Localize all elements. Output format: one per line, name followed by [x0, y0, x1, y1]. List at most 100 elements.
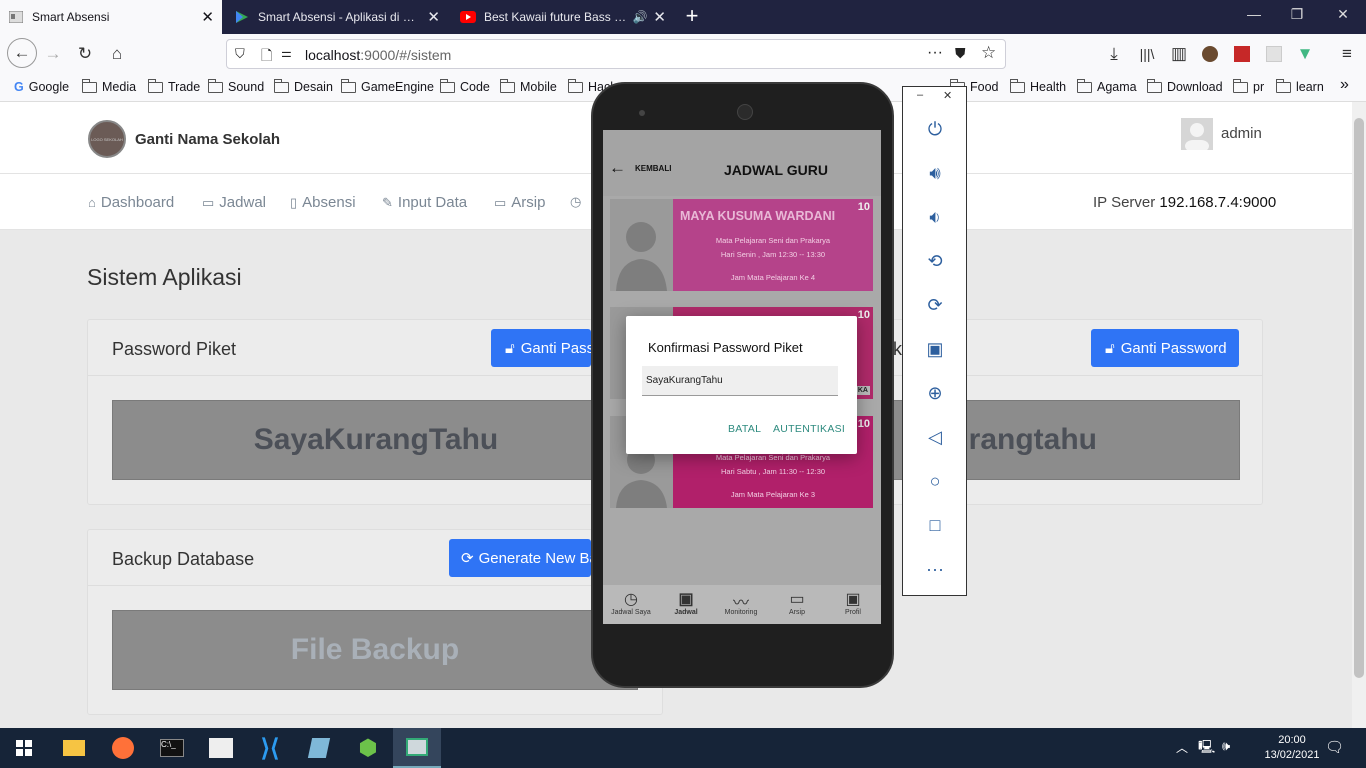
- bookmark-folder[interactable]: Sound: [207, 78, 264, 94]
- notification-icon[interactable]: 🗨︎: [1325, 738, 1344, 756]
- ganti-password-button[interactable]: 🔓︎Ganti Password: [491, 329, 591, 367]
- new-tab-button[interactable]: +: [680, 4, 704, 28]
- chevron-right-icon[interactable]: »: [1340, 76, 1349, 94]
- user-name[interactable]: admin: [1221, 125, 1262, 142]
- bookmark-folder[interactable]: Download: [1146, 78, 1223, 94]
- address-bar[interactable]: ⛉ 🗋 ⚌ localhost:9000/#/sistem ··· ⛊ ☆: [226, 39, 1006, 69]
- back-arrow-icon[interactable]: ←: [7, 38, 37, 68]
- lock-icon: 🔓︎: [1105, 339, 1115, 357]
- firefox-icon[interactable]: [99, 728, 147, 768]
- reload-icon[interactable]: ↻: [72, 41, 98, 67]
- bookmark-folder[interactable]: pr: [1232, 78, 1264, 94]
- bookmark-folder[interactable]: Health: [1009, 78, 1066, 94]
- close-icon[interactable]: ✕: [201, 8, 214, 26]
- minimize-icon[interactable]: —: [1244, 6, 1264, 22]
- minimize-icon[interactable]: –: [917, 89, 923, 101]
- star-icon[interactable]: ☆: [981, 43, 996, 63]
- card-title: Backup Database: [112, 549, 255, 569]
- forward-arrow-icon[interactable]: →: [40, 41, 66, 67]
- bookmark-folder[interactable]: Media: [81, 78, 136, 94]
- back-label[interactable]: KEMBALI: [635, 164, 671, 173]
- shield-icon[interactable]: ⛉: [235, 46, 245, 62]
- jadwal-card[interactable]: MAYA KUSUMA WARDANI 10 Mata Pelajaran Se…: [610, 199, 873, 291]
- authenticate-button[interactable]: AUTENTIKASI: [773, 423, 845, 435]
- app-icon[interactable]: [295, 728, 343, 768]
- node-icon[interactable]: ⬢: [344, 728, 392, 768]
- tab-smart-absensi[interactable]: Smart Absensi ✕: [0, 0, 222, 34]
- network-icon[interactable]: 🖳︎: [1198, 738, 1215, 760]
- permissions-icon[interactable]: ⚌: [281, 46, 292, 60]
- nav-profil[interactable]: ▣ Profil: [828, 589, 878, 616]
- home-circle-icon[interactable]: ○: [922, 468, 948, 494]
- volume-icon[interactable]: 🕪︎: [1222, 738, 1230, 754]
- nav-monitoring[interactable]: 〰 Monitoring: [716, 589, 766, 616]
- volume-up-icon[interactable]: 🔊︎: [922, 160, 948, 186]
- vue-devtools-icon[interactable]: ▼: [1292, 41, 1318, 67]
- menu-dashboard[interactable]: ⌂ Dashboard: [88, 194, 174, 211]
- close-icon[interactable]: ✕: [427, 8, 440, 26]
- menu-clock-item[interactable]: ◷: [570, 194, 586, 210]
- card-number: 10: [857, 309, 870, 321]
- overview-square-icon[interactable]: □: [922, 512, 948, 538]
- avatar[interactable]: [1181, 118, 1213, 150]
- home-icon[interactable]: ⌂: [104, 41, 130, 67]
- ganti-password-button[interactable]: 🔓︎Ganti Password: [1091, 329, 1239, 367]
- extension-icon[interactable]: [1229, 41, 1255, 67]
- nav-arsip[interactable]: ▭ Arsip: [772, 589, 822, 616]
- generate-backup-button[interactable]: ⟳ Generate New Ba: [449, 539, 591, 577]
- close-icon[interactable]: ✕: [653, 8, 666, 26]
- bookmark-folder[interactable]: Desain: [273, 78, 333, 94]
- window-close-icon[interactable]: ✕: [1333, 6, 1353, 23]
- school-name[interactable]: Ganti Nama Sekolah: [135, 131, 280, 148]
- menu-jadwal[interactable]: ▭ Jadwal: [202, 194, 266, 211]
- zoom-icon[interactable]: ⊕: [922, 380, 948, 406]
- bookmark-folder[interactable]: Trade: [147, 78, 200, 94]
- file-explorer-icon[interactable]: [50, 728, 98, 768]
- nav-jadwal[interactable]: ▣ Jadwal: [661, 589, 711, 616]
- app-window-icon[interactable]: [197, 728, 245, 768]
- windows-start-icon[interactable]: [0, 728, 48, 768]
- bookmark-folder[interactable]: learn: [1275, 78, 1324, 94]
- volume-down-icon[interactable]: 🔉︎: [922, 204, 948, 230]
- extension-grid-icon[interactable]: [1261, 41, 1287, 67]
- close-icon[interactable]: ✕: [943, 89, 952, 102]
- chevron-up-icon[interactable]: ︿: [1176, 739, 1188, 756]
- bookmark-folder[interactable]: GameEngine: [340, 78, 434, 94]
- system-clock[interactable]: 20:00 13/02/2021: [1262, 733, 1322, 763]
- menu-input-data[interactable]: ✎ Input Data: [382, 194, 467, 211]
- password-input[interactable]: SayaKurangTahu: [642, 366, 838, 396]
- tab-play-store[interactable]: Smart Absensi - Aplikasi di Goo ✕: [226, 0, 448, 34]
- rotate-right-icon[interactable]: ⟳: [922, 292, 948, 318]
- page-info-icon[interactable]: 🗋: [261, 45, 272, 69]
- nav-jadwal-saya[interactable]: ◷ Jadwal Saya: [606, 589, 656, 616]
- sidebar-icon[interactable]: ▥: [1166, 41, 1192, 67]
- menu-absensi[interactable]: ▯ Absensi: [290, 194, 356, 211]
- tab-youtube[interactable]: Best Kawaii future Bass Mix 🔊 ✕: [452, 0, 674, 34]
- rotate-left-icon[interactable]: ⟲: [922, 248, 948, 274]
- emulator-taskbar-icon[interactable]: [393, 728, 441, 768]
- bookmark-google[interactable]: G Google: [14, 80, 69, 94]
- download-icon[interactable]: ⤓: [1101, 41, 1127, 67]
- hamburger-menu-icon[interactable]: ≡: [1334, 41, 1360, 67]
- power-icon[interactable]: ⏻: [922, 116, 948, 142]
- back-triangle-icon[interactable]: ◁: [922, 424, 948, 450]
- cancel-button[interactable]: BATAL: [728, 423, 761, 435]
- more-icon[interactable]: ···: [927, 44, 943, 62]
- pocket-icon[interactable]: ⛊: [955, 45, 966, 62]
- terminal-icon[interactable]: C:\_: [148, 728, 196, 768]
- restore-icon[interactable]: ❐: [1287, 6, 1307, 23]
- menu-arsip[interactable]: ▭ Arsip: [494, 194, 545, 211]
- more-icon[interactable]: ···: [922, 556, 948, 582]
- bookmark-folder[interactable]: Mobile: [499, 78, 557, 94]
- back-arrow-icon[interactable]: ←: [609, 158, 626, 178]
- vscode-icon[interactable]: ⟩⟨: [246, 728, 294, 768]
- library-icon[interactable]: |||\: [1134, 41, 1160, 67]
- bookmark-folder[interactable]: Agama: [1076, 78, 1137, 94]
- card-subject: Mata Pelajaran Seni dan Prakarya: [715, 453, 831, 462]
- bookmark-folder[interactable]: Code: [439, 78, 490, 94]
- password-piket-card: Password Piket 🔓︎Ganti Password SayaKura…: [87, 319, 663, 505]
- scrollbar-thumb[interactable]: [1354, 118, 1364, 678]
- screenshot-camera-icon[interactable]: ▣: [922, 336, 948, 362]
- speaker-icon[interactable]: 🔊: [632, 10, 647, 24]
- account-avatar-icon[interactable]: [1197, 41, 1223, 67]
